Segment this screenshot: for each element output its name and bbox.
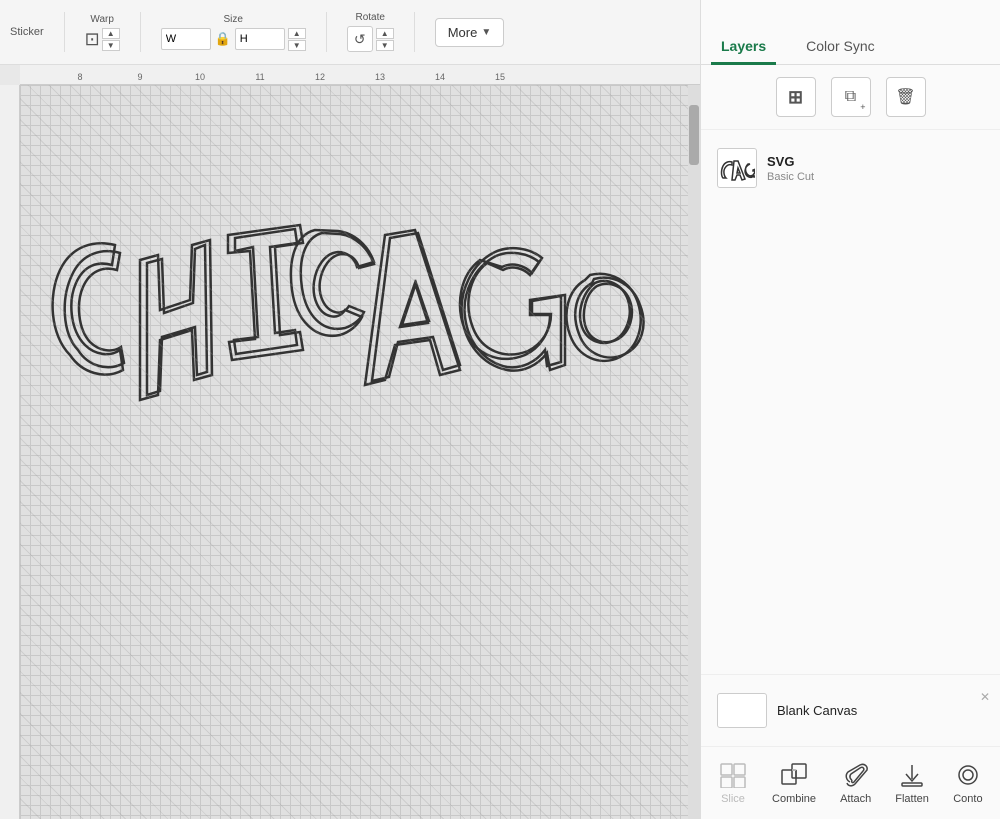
contour-action[interactable]: Conto xyxy=(945,757,991,809)
tab-layers[interactable]: Layers xyxy=(711,30,776,65)
warp-group: Warp ⊡ ▲ ▼ xyxy=(85,14,120,51)
slice-action[interactable]: Slice xyxy=(710,757,756,809)
size-label: Size xyxy=(223,14,242,25)
size-group: Size 🔒 ▲ ▼ xyxy=(161,14,306,51)
flatten-label: Flatten xyxy=(895,793,929,805)
rotate-down-btn[interactable]: ▼ xyxy=(376,40,394,51)
ruler-mark-12: 12 xyxy=(315,72,325,82)
rotate-label: Rotate xyxy=(355,12,384,23)
layer-item-svg[interactable]: SVG Basic Cut xyxy=(711,140,990,196)
warp-label: Warp xyxy=(90,14,114,25)
contour-label: Conto xyxy=(953,793,982,805)
canvas-area: 8 9 10 11 12 13 14 15 xyxy=(0,65,700,819)
contour-icon xyxy=(953,761,983,789)
layer-thumbnail xyxy=(717,148,757,188)
flatten-action[interactable]: Flatten xyxy=(887,757,937,809)
delete-layer-button[interactable]: 🗑 xyxy=(886,77,926,117)
warp-icon: ⊡ xyxy=(85,29,100,50)
ruler-mark-15: 15 xyxy=(495,72,505,82)
warp-input-row: ⊡ ▲ ▼ xyxy=(85,28,120,51)
flatten-icon xyxy=(897,761,927,789)
sticker-label: Sticker xyxy=(10,26,44,38)
ruler-mark-10: 10 xyxy=(195,72,205,82)
warp-up-btn[interactable]: ▲ xyxy=(102,28,120,39)
ruler-mark-13: 13 xyxy=(375,72,385,82)
size-down-btn[interactable]: ▼ xyxy=(288,40,306,51)
divider-3 xyxy=(326,12,327,52)
more-label: More xyxy=(448,25,478,40)
ruler-top: 8 9 10 11 12 13 14 15 xyxy=(20,65,700,85)
layer-info: SVG Basic Cut xyxy=(767,154,814,183)
blank-canvas-label: Blank Canvas xyxy=(777,703,857,718)
attach-icon xyxy=(841,761,871,789)
combine-action[interactable]: Combine xyxy=(764,757,824,809)
copy-layer-plus: + xyxy=(860,102,865,112)
layer-subtitle: Basic Cut xyxy=(767,171,814,183)
combine-icon xyxy=(779,761,809,789)
ruler-mark-8: 8 xyxy=(77,72,82,82)
delete-layer-icon: 🗑 xyxy=(895,87,915,107)
warp-arrows: ▲ ▼ xyxy=(102,28,120,51)
size-up-btn[interactable]: ▲ xyxy=(288,28,306,39)
ruler-mark-14: 14 xyxy=(435,72,445,82)
add-layer-icon: ⊞ xyxy=(788,87,803,108)
chicago-design xyxy=(40,135,680,455)
divider-2 xyxy=(140,12,141,52)
combine-label: Combine xyxy=(772,793,816,805)
design-canvas[interactable] xyxy=(20,85,688,819)
add-layer-button[interactable]: ⊞ xyxy=(776,77,816,117)
ruler-mark-11: 11 xyxy=(255,72,264,82)
rotate-arrows: ▲ ▼ xyxy=(376,28,394,51)
ruler-mark-9: 9 xyxy=(137,72,142,82)
layers-tab-label: Layers xyxy=(721,38,766,54)
right-panel: Layers Color Sync ⊞ ⧉ + 🗑 xyxy=(700,0,1000,819)
rotate-btn[interactable]: ↺ xyxy=(347,26,373,52)
panel-tabs: Layers Color Sync xyxy=(701,0,1000,65)
width-input[interactable] xyxy=(161,28,211,50)
lock-icon: 🔒 xyxy=(214,28,232,50)
size-input-row: 🔒 ▲ ▼ xyxy=(161,28,306,51)
panel-bottom-actions: Slice Combine Attach xyxy=(701,746,1000,819)
copy-layer-icon: ⧉ xyxy=(845,88,856,106)
scrollbar-vertical[interactable] xyxy=(688,85,700,819)
attach-label: Attach xyxy=(840,793,871,805)
size-arrows: ▲ ▼ xyxy=(288,28,306,51)
scrollbar-thumb[interactable] xyxy=(689,105,699,165)
attach-action[interactable]: Attach xyxy=(832,757,879,809)
blank-canvas-thumbnail xyxy=(717,693,767,728)
layer-title: SVG xyxy=(767,154,814,169)
ruler-left xyxy=(0,85,20,819)
rotate-up-btn[interactable]: ▲ xyxy=(376,28,394,39)
color-sync-tab-label: Color Sync xyxy=(806,38,874,54)
slice-icon xyxy=(718,761,748,789)
divider-1 xyxy=(64,12,65,52)
panel-top-actions: ⊞ ⧉ + 🗑 xyxy=(701,65,1000,130)
copy-layer-button[interactable]: ⧉ + xyxy=(831,77,871,117)
blank-canvas-section: Blank Canvas ✕ xyxy=(701,674,1000,746)
warp-down-btn[interactable]: ▼ xyxy=(102,40,120,51)
layer-thumb-svg xyxy=(719,150,755,186)
divider-4 xyxy=(414,12,415,52)
height-input[interactable] xyxy=(235,28,285,50)
tab-color-sync[interactable]: Color Sync xyxy=(796,30,884,65)
more-arrow-icon: ▼ xyxy=(481,27,491,38)
blank-canvas-close-icon[interactable]: ✕ xyxy=(980,690,990,704)
rotate-input-row: ↺ ▲ ▼ xyxy=(347,26,394,52)
layers-list: SVG Basic Cut xyxy=(701,130,1000,674)
slice-label: Slice xyxy=(721,793,745,805)
more-button[interactable]: More ▼ xyxy=(435,18,505,47)
blank-canvas-item[interactable]: Blank Canvas xyxy=(711,685,990,736)
rotate-group: Rotate ↺ ▲ ▼ xyxy=(347,12,394,52)
